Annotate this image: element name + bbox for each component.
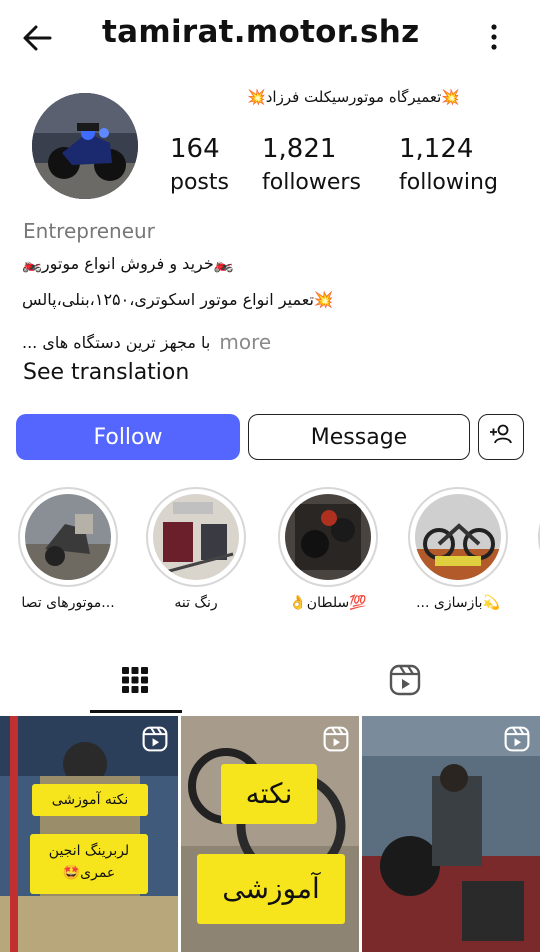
stat-followers-label: followers xyxy=(262,170,361,195)
story-highlight-partial[interactable] xyxy=(534,487,540,587)
stat-posts-label: posts xyxy=(170,170,229,195)
stat-following-label: following xyxy=(399,170,498,195)
see-translation-link[interactable]: See translation xyxy=(23,360,189,385)
stat-following-value: 1,124 xyxy=(399,134,474,164)
highlight-caption: ...موتورهای تصا xyxy=(21,595,115,611)
post-caption-overlay: نکته xyxy=(221,764,317,824)
bio-last-row: با مجهز ترین دستگاه های ... more xyxy=(22,330,271,358)
highlight-thumbnail xyxy=(285,494,371,580)
stat-followers[interactable]: 1,821 followers xyxy=(262,134,361,198)
highlight-thumbnail xyxy=(153,494,239,580)
add-user-icon xyxy=(488,421,514,453)
post-thumbnail[interactable]: نکته آموزشی xyxy=(181,716,359,952)
stat-followers-value: 1,821 xyxy=(262,134,337,164)
top-bar: tamirat.motor.shz xyxy=(0,0,540,74)
story-highlight[interactable]: ...موتورهای تصا xyxy=(14,487,122,611)
stat-posts[interactable]: 164 posts xyxy=(170,134,229,198)
stat-posts-value: 164 xyxy=(170,134,220,164)
posts-grid: نکته آموزشی لربرینگ انجین عمری🤩 نکته آمو… xyxy=(0,716,540,952)
highlight-caption: رنگ تنه xyxy=(174,595,218,611)
tab-posts-grid[interactable] xyxy=(0,650,270,714)
profile-tabs xyxy=(0,650,540,716)
message-button[interactable]: Message xyxy=(248,414,470,460)
add-user-button[interactable] xyxy=(478,414,524,460)
post-caption-overlay: نکته آموزشی xyxy=(32,784,148,816)
post-thumbnail[interactable]: نکته آموزشی لربرینگ انجین عمری🤩 xyxy=(0,716,178,952)
reel-badge-icon xyxy=(323,726,349,752)
active-tab-indicator xyxy=(90,710,182,713)
story-highlight[interactable]: 💯سلطان👌 xyxy=(274,487,382,611)
post-thumbnail[interactable] xyxy=(362,716,540,952)
more-link[interactable]: more xyxy=(219,330,271,354)
stat-following[interactable]: 1,124 following xyxy=(399,134,498,198)
bio-line: 🏍️خرید و فروش انواع موتور🏍️ xyxy=(22,254,234,273)
back-arrow-icon[interactable] xyxy=(20,20,60,56)
profile-full-name: 💥تعمیرگاه موتورسیکلت فرزاد💥 xyxy=(247,88,460,106)
bio-line: با مجهز ترین دستگاه های ... xyxy=(22,332,211,352)
highlight-caption: 💫بازسازی ... xyxy=(416,595,500,611)
highlight-thumbnail xyxy=(415,494,501,580)
bio-line: 💥تعمیر انواع موتور اسکوتری،۱۲۵۰،بنلی،پال… xyxy=(22,290,334,309)
profile-category: Entrepreneur xyxy=(23,219,155,243)
profile-username: tamirat.motor.shz xyxy=(102,14,420,50)
story-highlight[interactable]: رنگ تنه xyxy=(142,487,250,611)
grid-icon xyxy=(121,666,149,698)
post-caption-overlay: آموزشی xyxy=(197,854,345,924)
follow-button[interactable]: Follow xyxy=(16,414,240,460)
story-highlight[interactable]: 💫بازسازی ... xyxy=(404,487,512,611)
profile-avatar[interactable] xyxy=(32,93,138,199)
tab-reels[interactable] xyxy=(270,650,540,714)
reel-badge-icon xyxy=(142,726,168,752)
reels-icon xyxy=(389,664,421,700)
post-caption-overlay: لربرینگ انجین عمری🤩 xyxy=(30,834,148,894)
highlight-thumbnail xyxy=(25,494,111,580)
highlight-caption: 💯سلطان👌 xyxy=(289,595,367,611)
reel-badge-icon xyxy=(504,726,530,752)
more-vertical-icon[interactable] xyxy=(484,22,504,52)
